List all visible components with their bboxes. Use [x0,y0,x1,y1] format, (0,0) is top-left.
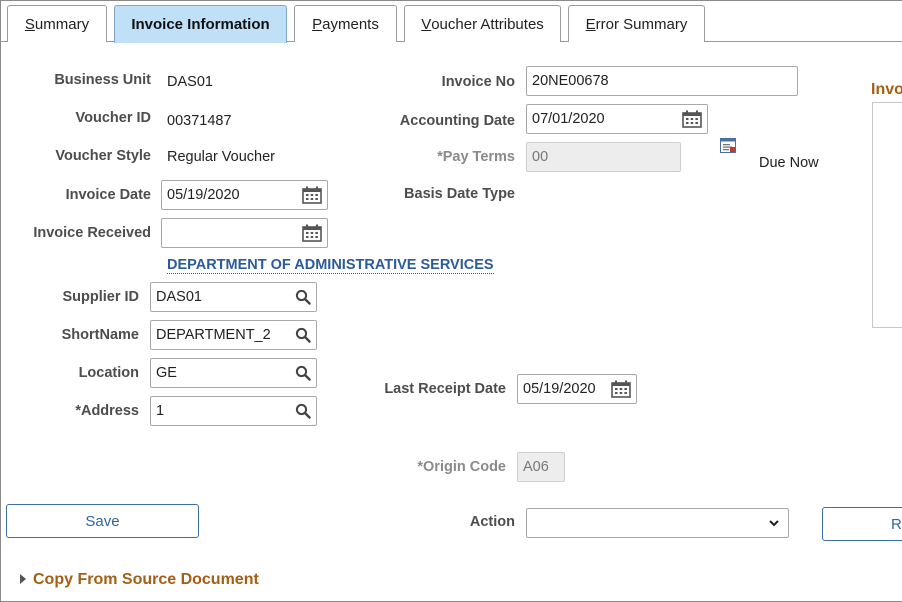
address-label: *Address [75,403,139,419]
supplier-name-link[interactable]: DEPARTMENT OF ADMINISTRATIVE SERVICES [167,257,494,274]
right-action-button[interactable]: R [822,507,902,541]
origin-code-text: A06 [523,459,549,475]
business-unit-value: DAS01 [167,74,213,90]
tab-voucher-attributes-label: oucher Attributes [431,15,544,33]
copy-from-source-document-header[interactable]: Copy From Source Document [33,571,259,589]
search-icon[interactable] [295,403,311,419]
last-receipt-date-field[interactable]: 05/19/2020 [517,374,637,404]
calendar-icon[interactable] [302,224,322,242]
save-button[interactable]: Save [6,504,199,538]
short-name-label: ShortName [61,327,139,343]
invoice-date-text: 05/19/2020 [167,187,240,203]
tab-invoice-information[interactable]: Invoice Information [114,5,287,43]
accounting-date-label: Accounting Date [399,113,515,129]
origin-code-label: *Origin Code [417,459,506,475]
supplier-id-label: Supplier ID [62,289,139,305]
last-receipt-date-text: 05/19/2020 [523,381,596,397]
tab-payments-accel: P [312,15,323,33]
origin-code-field: A06 [517,452,565,482]
search-icon[interactable] [295,289,311,305]
voucher-id-label: Voucher ID [75,110,151,126]
tab-error-summary-label: rror Summary [595,15,688,33]
pay-terms-field: 00 [526,142,681,172]
location-text: GE [156,365,177,381]
search-icon[interactable] [295,327,311,343]
short-name-field[interactable]: DEPARTMENT_2 [150,320,317,350]
invoice-date-field[interactable]: 05/19/2020 [161,180,328,210]
tab-payments[interactable]: Payments [294,5,397,42]
voucher-id-value: 00371487 [167,113,232,129]
side-panel-title: Invo [871,81,902,98]
basis-date-type-label: Basis Date Type [404,186,515,202]
search-icon[interactable] [295,365,311,381]
tab-voucher-attributes[interactable]: Voucher Attributes [404,5,561,42]
invoice-no-field[interactable]: 20NE00678 [526,66,798,96]
tab-invoice-information-label: Invoice Information [131,16,270,33]
short-name-text: DEPARTMENT_2 [156,327,271,343]
voucher-style-label: Voucher Style [55,148,151,164]
calendar-icon[interactable] [611,380,631,398]
pay-terms-label: *Pay Terms [437,149,515,165]
voucher-style-value: Regular Voucher [167,149,276,165]
tab-summary[interactable]: Summary [7,5,107,42]
address-field[interactable]: 1 [150,396,317,426]
tab-error-summary[interactable]: Error Summary [568,5,705,42]
supplier-id-text: DAS01 [156,289,202,305]
expand-triangle-icon[interactable] [19,573,27,585]
pay-terms-text: 00 [532,149,549,165]
tab-voucher-attributes-accel: V [421,15,432,33]
invoice-no-text: 20NE00678 [532,73,609,89]
tab-summary-label: ummary [34,15,90,33]
business-unit-label: Business Unit [54,72,151,88]
action-select[interactable] [526,508,789,538]
chevron-down-icon [769,520,779,527]
invoice-received-label: Invoice Received [33,225,151,241]
accounting-date-text: 07/01/2020 [532,111,605,127]
accounting-date-field[interactable]: 07/01/2020 [526,104,708,134]
tab-payments-label: ayments [322,15,379,33]
address-text: 1 [156,403,165,419]
tab-error-summary-accel: E [585,15,596,33]
location-field[interactable]: GE [150,358,317,388]
tab-summary-accel: S [24,15,35,33]
pay-terms-description: Due Now [759,155,819,171]
calendar-icon[interactable] [682,110,702,128]
tab-bar: Summary Invoice Information Payments Vou… [0,0,902,43]
last-receipt-date-label: Last Receipt Date [384,381,506,397]
invoice-date-label: Invoice Date [65,187,151,203]
side-panel-box [872,102,902,328]
location-label: Location [78,365,139,381]
calendar-icon[interactable] [302,186,322,204]
action-label: Action [469,514,515,530]
invoice-received-field[interactable] [161,218,328,248]
supplier-id-field[interactable]: DAS01 [150,282,317,312]
detail-window-icon[interactable] [720,138,736,153]
invoice-no-label: Invoice No [441,74,515,90]
